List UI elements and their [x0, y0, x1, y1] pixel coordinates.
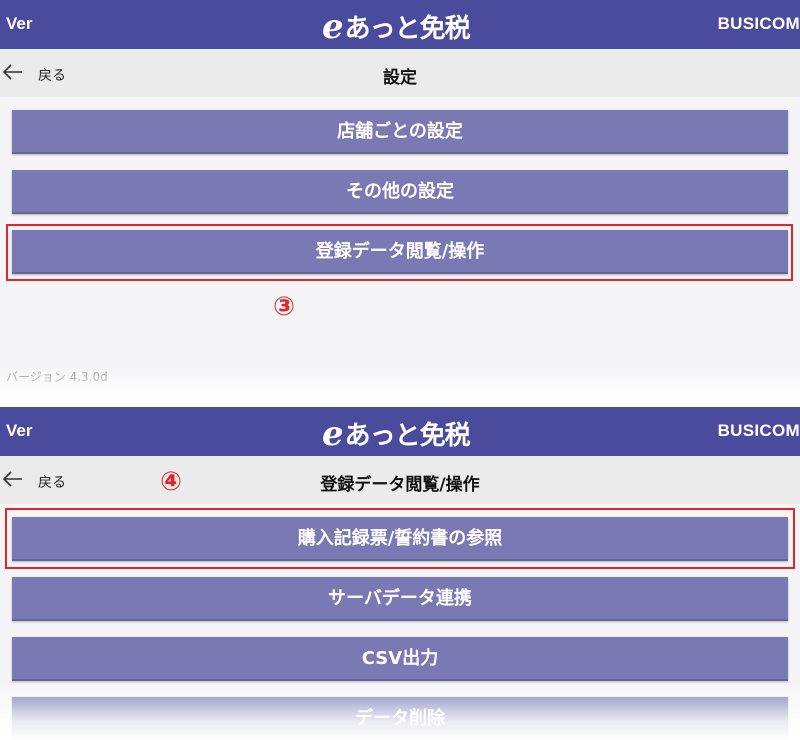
highlight-box [5, 508, 795, 569]
logo-e: e [322, 7, 344, 47]
logo-e: e [322, 414, 344, 454]
logo-text: あっと免税 [344, 14, 471, 44]
step-marker: ③ [273, 292, 296, 322]
server-data-sync-button[interactable]: サーバデータ連携 [12, 577, 788, 621]
company-name: BUSICOM [717, 14, 800, 33]
settings-screen: Ver e あっと免税 BUSICOM 戻る 設定 店舗ごとの設定 その他の設定… [0, 0, 800, 396]
csv-export-button[interactable]: CSV出力 [12, 637, 788, 681]
store-settings-button[interactable]: 店舗ごとの設定 [12, 110, 788, 154]
other-settings-button[interactable]: その他の設定 [12, 170, 788, 214]
nav-bar: 戻る 設定 [0, 49, 800, 97]
logo-text: あっと免税 [344, 421, 471, 451]
fade-overlay [0, 366, 800, 396]
delete-data-button[interactable]: データ削除 [12, 697, 788, 740]
company-name: BUSICOM [717, 421, 800, 440]
page-title: 登録データ閲覧/操作 [320, 475, 480, 495]
version-label: Ver [6, 14, 33, 33]
app-logo: e あっと免税 [322, 413, 471, 454]
app-version: バージョン 4.3.0d [6, 370, 108, 384]
app-header: Ver e あっと免税 BUSICOM [0, 0, 800, 49]
step-marker: ④ [160, 467, 183, 497]
app-logo: e あっと免税 [322, 6, 471, 47]
data-view-screen: Ver e あっと免税 BUSICOM 戻る 登録データ閲覧/操作 ④ 購入記録… [0, 407, 800, 740]
nav-bar: 戻る 登録データ閲覧/操作 [0, 456, 800, 504]
page-title: 設定 [383, 68, 417, 88]
app-header: Ver e あっと免税 BUSICOM [0, 407, 800, 456]
version-label: Ver [6, 421, 33, 440]
highlight-box [6, 224, 793, 281]
